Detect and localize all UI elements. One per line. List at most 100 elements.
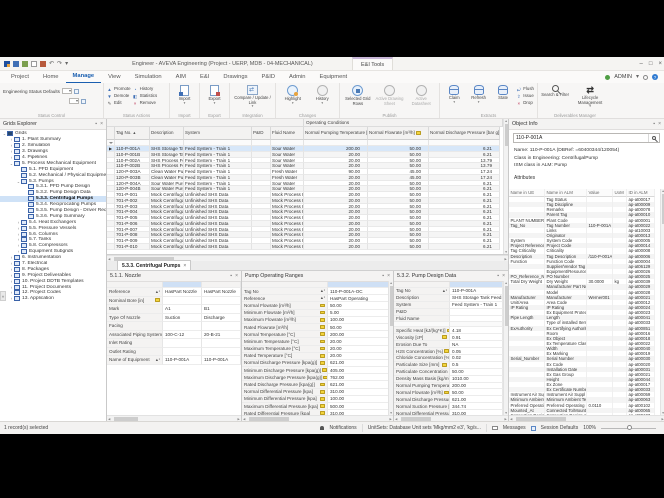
menu-tab-simulation[interactable]: Simulation: [128, 71, 169, 83]
menu-tab-project[interactable]: Project: [4, 71, 36, 83]
state-button[interactable]: State: [492, 84, 514, 111]
table-row[interactable]: Minimum Temperature [°C]20.00: [242, 338, 393, 345]
gear-icon[interactable]: [643, 75, 648, 80]
value-cell[interactable]: 200.00: [450, 383, 503, 390]
value-cell[interactable]: [163, 348, 202, 357]
value-cell[interactable]: 0.5: [450, 362, 503, 369]
table-row[interactable]: Maximum Discharge Pressure [kpa(g)]762.0…: [242, 374, 393, 381]
pin-icon[interactable]: ▪: [95, 121, 97, 127]
unit-convert-icon[interactable]: [320, 304, 325, 308]
unit-convert-icon[interactable]: [320, 354, 325, 358]
column-header[interactable]: P&ID: [252, 127, 271, 140]
save-icon[interactable]: [13, 61, 19, 67]
table-row[interactable]: Specific Heat [kJ/(kg*K)]4.18: [394, 327, 508, 334]
unit-convert-icon[interactable]: [322, 368, 327, 372]
users-icon[interactable]: [22, 61, 28, 67]
unit-convert-icon[interactable]: [320, 404, 325, 408]
value-cell[interactable]: Discharge: [202, 314, 241, 323]
table-row[interactable]: MarkA1B1: [107, 305, 241, 314]
table-row[interactable]: Normal Flowrate [m³/h]50.00: [242, 302, 393, 309]
notifications-label[interactable]: Notifications: [329, 425, 356, 431]
attributes-column-header[interactable]: Name in ALM: [545, 189, 587, 197]
value-cell[interactable]: 100-C-12: [163, 331, 202, 340]
close-button[interactable]: ×: [658, 61, 662, 67]
issue-button[interactable]: ⇪Issue: [516, 93, 534, 99]
close-panel-icon[interactable]: ×: [502, 273, 505, 279]
unit-convert-icon[interactable]: [320, 311, 325, 315]
value-cell[interactable]: 344.74: [450, 403, 503, 410]
remove-button[interactable]: ×Remove: [133, 100, 158, 106]
value-cell[interactable]: HasPart Operating: [328, 295, 389, 302]
selected-grid-rows-button[interactable]: Selected Grid Rows: [343, 84, 373, 111]
unit-convert-icon[interactable]: [155, 298, 160, 302]
help-icon[interactable]: ?: [652, 74, 658, 80]
close-panel-icon[interactable]: ×: [387, 273, 390, 279]
table-row[interactable]: 701-P-010Mock Centrifugal...Unfinished S…: [107, 244, 508, 250]
highlight-button[interactable]: Highlight▾: [279, 84, 307, 111]
value-cell[interactable]: 621.00: [450, 396, 503, 403]
status-lock-icon[interactable]: [81, 99, 86, 104]
value-cell[interactable]: A1: [163, 305, 202, 314]
table-row[interactable]: Normal Discharge Pressure [kpa(g)]621.00: [242, 360, 393, 367]
value-cell[interactable]: [163, 322, 202, 331]
active-datasheet-button[interactable]: Active Datasheet: [406, 84, 436, 111]
search-filter-button[interactable]: Search & Filter: [541, 84, 569, 111]
table-row[interactable]: SystemFeed System - Train 1: [394, 302, 508, 309]
menu-tab-aim[interactable]: AIM: [169, 71, 193, 83]
table-row[interactable]: Outlet Rating: [107, 348, 241, 357]
value-cell[interactable]: 5.00: [328, 310, 389, 317]
status-default-combo-2[interactable]: [69, 98, 79, 104]
value-cell[interactable]: Suction: [163, 314, 202, 323]
table-row[interactable]: Chloride Concentration [%]0.02: [394, 355, 508, 362]
status-default-combo-1[interactable]: [62, 88, 72, 94]
messages-icon[interactable]: [492, 426, 498, 430]
value-cell[interactable]: [163, 339, 202, 348]
active-drawing-sheet-button[interactable]: Active Drawing Sheet: [375, 84, 405, 111]
unit-convert-icon[interactable]: [442, 335, 447, 339]
attributes-column-header[interactable]: Value: [587, 189, 613, 197]
operating-vscrollbar[interactable]: [388, 281, 393, 415]
unit-convert-icon[interactable]: [320, 383, 325, 387]
restore-button[interactable]: □: [649, 61, 653, 67]
close-panel-icon[interactable]: ×: [235, 273, 238, 279]
table-row[interactable]: Fluid Name: [394, 316, 508, 323]
value-cell[interactable]: [450, 309, 503, 316]
compare-update-link-button[interactable]: Compare / Update / Link▾: [233, 84, 272, 111]
history-big-button[interactable]: History▾: [309, 84, 337, 111]
table-row[interactable]: Tag No▲¹110-P-001A: [394, 288, 508, 295]
demote-button[interactable]: ▼Demote: [107, 93, 131, 99]
value-cell[interactable]: NA: [450, 341, 503, 348]
column-header[interactable]: System: [184, 127, 252, 140]
table-row[interactable]: DescriptionSHS Storage Tank Feed,: [394, 295, 508, 302]
table-row[interactable]: H2S Concentration [%]0.05: [394, 348, 508, 355]
value-cell[interactable]: 310.00: [328, 389, 389, 396]
value-cell[interactable]: 4.18: [450, 327, 503, 334]
table-row[interactable]: Reference▲¹HasPart Operating: [242, 295, 393, 302]
table-row[interactable]: Maximum Flowrate [m³/h]100.00: [242, 317, 393, 324]
table-row[interactable]: Normal Temperature [°C]200.00: [242, 331, 393, 338]
value-cell[interactable]: 621.00: [328, 381, 389, 388]
value-cell[interactable]: B1: [202, 305, 241, 314]
table-row[interactable]: Normal Pumping Temperature [°C]200.00: [394, 383, 508, 390]
refresh-button[interactable]: Refresh▾: [467, 84, 489, 111]
table-row[interactable]: Name of Equipment▲¹110-P-001A110-P-001A: [107, 356, 241, 365]
value-cell[interactable]: 100.00: [328, 396, 389, 403]
comment-icon[interactable]: [31, 61, 37, 67]
unit-convert-icon[interactable]: [320, 332, 325, 336]
session-defaults-icon[interactable]: [531, 426, 536, 431]
context-tab-ei-tools[interactable]: E&I Tools: [352, 57, 393, 70]
value-cell[interactable]: 110-P-001A: [202, 356, 241, 365]
table-row[interactable]: Minimum Differential Pressure [kpa]100.0…: [242, 396, 393, 403]
pin-icon[interactable]: ▪: [653, 121, 655, 127]
panel-collapse-chevron[interactable]: »: [0, 291, 6, 301]
unit-convert-icon[interactable]: [320, 318, 325, 322]
value-cell[interactable]: 110-P-001A: [163, 356, 202, 365]
messages-label[interactable]: Messages: [503, 425, 526, 431]
table-row[interactable]: Normal Discharge Pressure [kpa(g)]621.00: [394, 396, 508, 403]
flush-button[interactable]: ⤾Flush: [516, 86, 534, 92]
value-cell[interactable]: 405.00: [328, 367, 389, 374]
object-search-input[interactable]: [514, 134, 648, 142]
statistics-button[interactable]: ◧Statistics: [133, 93, 158, 99]
menu-tab-drawings[interactable]: Drawings: [216, 71, 254, 83]
tab-centrifugal-pumps[interactable]: 5.3.3. Centrifugal Pumps ×: [117, 260, 191, 270]
